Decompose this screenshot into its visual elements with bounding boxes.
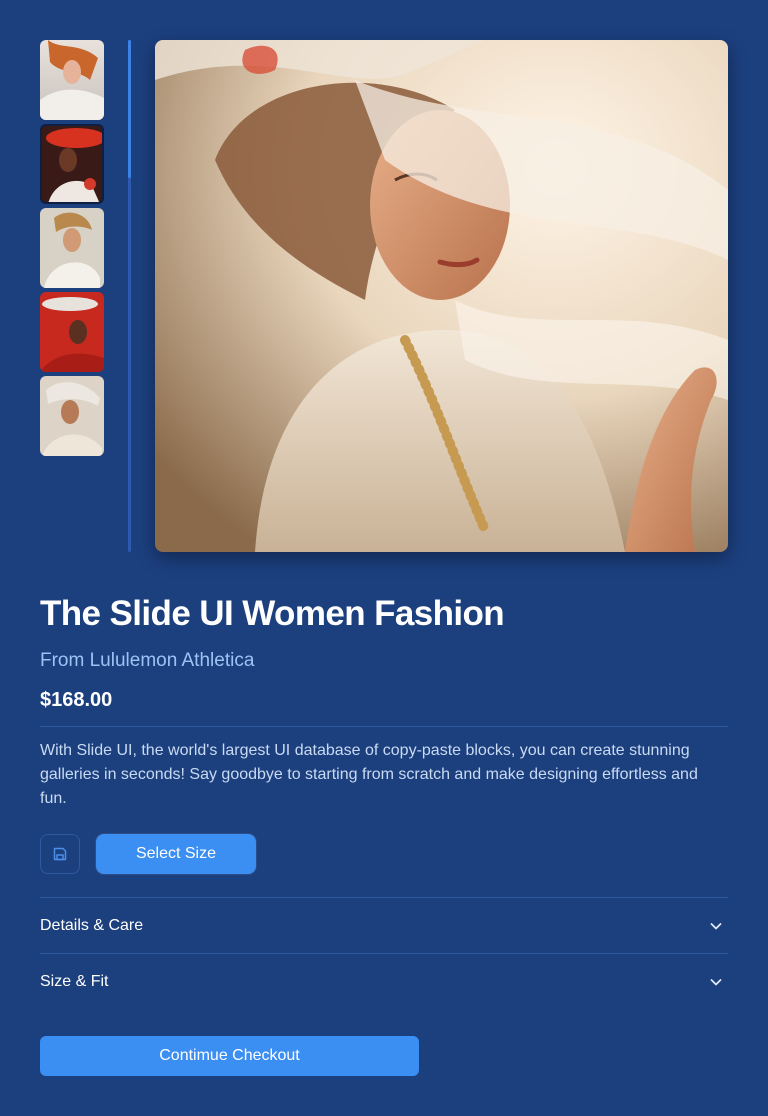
thumbnail-1[interactable] [40, 40, 104, 120]
thumbnail-image [40, 208, 104, 288]
product-brand: From Lululemon Athletica [40, 650, 255, 671]
product-description: With Slide UI, the world's largest UI da… [40, 742, 698, 807]
product-info: The Slide UI Women Fashion From Lululemo… [40, 592, 728, 1009]
accordion: Details & Care Size & Fit [40, 897, 728, 1009]
chevron-down-icon [704, 914, 728, 938]
thumbnail-4[interactable] [40, 292, 104, 372]
thumbnail-list [40, 40, 104, 460]
save-button[interactable] [40, 834, 80, 874]
thumbnail-image [40, 124, 104, 204]
gallery-scrollbar[interactable] [128, 40, 131, 552]
thumbnail-2[interactable] [40, 124, 104, 204]
accordion-label: Details & Care [40, 916, 144, 934]
main-product-image [155, 40, 728, 552]
accordion-label: Size & Fit [40, 972, 109, 990]
accordion-details-care[interactable]: Details & Care [40, 897, 728, 953]
thumbnail-5[interactable] [40, 376, 104, 456]
gallery-scrollbar-thumb[interactable] [128, 40, 131, 178]
thumbnail-image [40, 292, 104, 372]
checkout-button[interactable]: Contimue Checkout [40, 1036, 419, 1076]
thumbnail-image [40, 376, 104, 456]
save-icon [53, 847, 67, 861]
accordion-size-fit[interactable]: Size & Fit [40, 953, 728, 1009]
divider [40, 726, 728, 727]
thumbnail-image [40, 40, 104, 120]
action-row: Select Size [40, 833, 728, 875]
product-price: $168.00 [40, 689, 113, 711]
select-size-button[interactable]: Select Size [96, 834, 256, 874]
product-title: The Slide UI Women Fashion [40, 594, 505, 633]
chevron-down-icon [704, 970, 728, 994]
thumbnail-3[interactable] [40, 208, 104, 288]
main-image-illustration [155, 40, 728, 552]
